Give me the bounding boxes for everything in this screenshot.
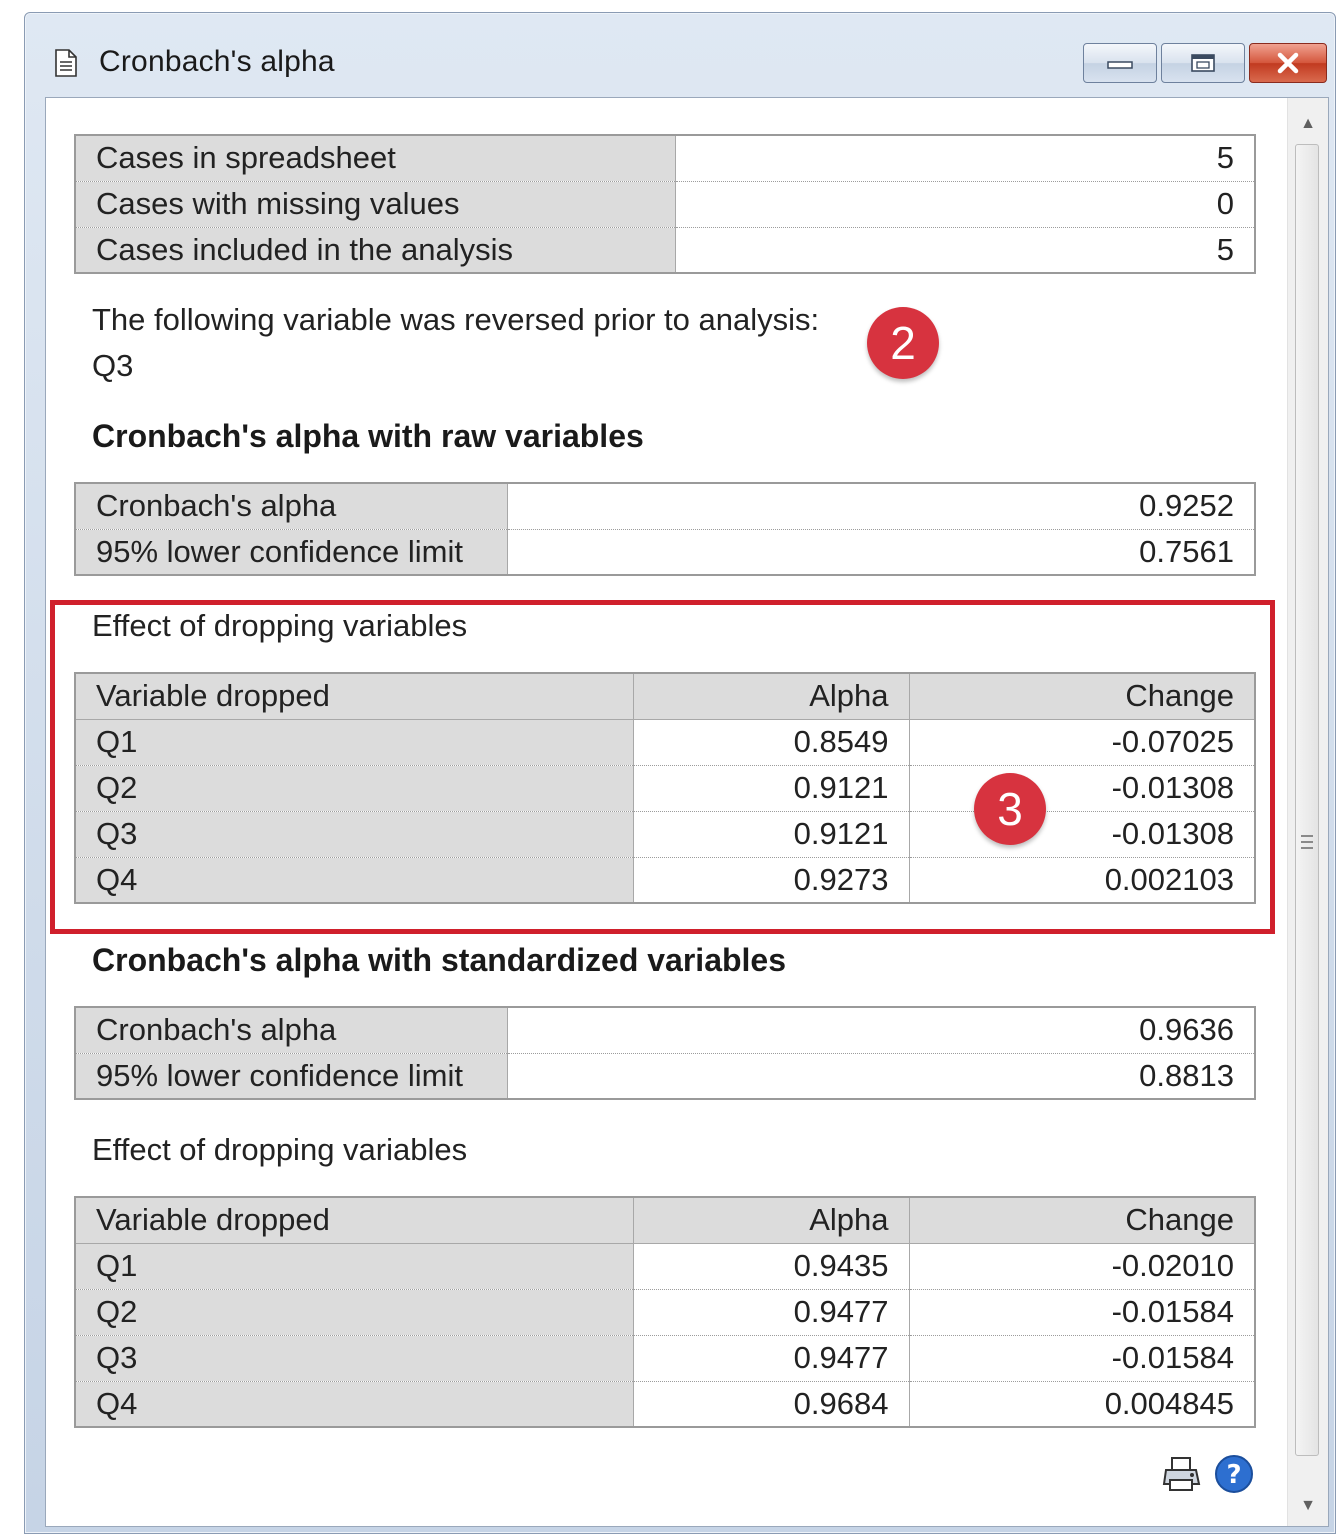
close-button[interactable]	[1249, 43, 1327, 83]
vertical-scrollbar[interactable]: ▲ ▼	[1287, 98, 1328, 1526]
alpha-cell: 0.9121	[633, 765, 910, 812]
table-header-row: Variable dropped Alpha Change	[75, 1197, 1256, 1244]
summary-value: 0	[675, 181, 1256, 228]
stat-label: Cronbach's alpha	[75, 483, 508, 530]
stat-value: 0.7561	[507, 529, 1256, 575]
summary-label: Cases in spreadsheet	[75, 135, 676, 182]
table-row: Cases with missing values 0	[75, 181, 1256, 228]
stat-label: Cronbach's alpha	[75, 1007, 508, 1054]
variable-cell: Q3	[75, 1335, 634, 1382]
alpha-cell: 0.9477	[633, 1335, 910, 1382]
alpha-cell: 0.9477	[633, 1289, 910, 1336]
summary-table: Cases in spreadsheet 5 Cases with missin…	[74, 134, 1256, 274]
alpha-cell: 0.9273	[633, 857, 910, 903]
stat-label: 95% lower confidence limit	[75, 529, 508, 575]
svg-text:?: ?	[1226, 1460, 1241, 1490]
stat-value: 0.9636	[507, 1007, 1256, 1054]
table-header-row: Variable dropped Alpha Change	[75, 673, 1256, 720]
minimize-icon	[1107, 61, 1133, 69]
scroll-down-icon[interactable]: ▼	[1288, 1486, 1328, 1526]
variable-cell: Q1	[75, 1243, 634, 1290]
stat-label: 95% lower confidence limit	[75, 1053, 508, 1099]
change-cell: -0.01308	[909, 811, 1256, 858]
change-cell: -0.01308	[909, 765, 1256, 812]
alpha-cell: 0.9684	[633, 1381, 910, 1427]
table-row: 95% lower confidence limit 0.8813	[75, 1053, 1256, 1099]
table-row: Q4 0.9684 0.004845	[75, 1381, 1256, 1427]
scroll-up-icon[interactable]: ▲	[1288, 104, 1328, 144]
summary-label: Cases included in the analysis	[75, 227, 676, 273]
standardized-section-heading: Cronbach's alpha with standardized varia…	[92, 942, 787, 978]
table-row: Q1 0.9435 -0.02010	[75, 1243, 1256, 1290]
change-cell: -0.02010	[909, 1243, 1256, 1290]
table-row: Q4 0.9273 0.002103	[75, 857, 1256, 903]
raw-drop-title: Effect of dropping variables	[92, 608, 468, 643]
table-row: Q2 0.9477 -0.01584	[75, 1289, 1256, 1336]
table-row: Q2 0.9121 -0.01308	[75, 765, 1256, 812]
standardized-stats-table: Cronbach's alpha 0.9636 95% lower confid…	[74, 1006, 1256, 1100]
stat-value: 0.9252	[507, 483, 1256, 530]
table-row: Cases in spreadsheet 5	[75, 135, 1256, 182]
raw-stats-table: Cronbach's alpha 0.9252 95% lower confid…	[74, 482, 1256, 576]
change-cell: -0.01584	[909, 1289, 1256, 1336]
column-header: Variable dropped	[75, 673, 634, 720]
change-cell: 0.002103	[909, 857, 1256, 903]
variable-cell: Q1	[75, 719, 634, 766]
document-icon	[55, 49, 77, 77]
table-row: 95% lower confidence limit 0.7561	[75, 529, 1256, 575]
window-title: Cronbach's alpha	[99, 45, 335, 78]
change-cell: -0.01584	[909, 1335, 1256, 1382]
alpha-cell: 0.9121	[633, 811, 910, 858]
change-cell: 0.004845	[909, 1381, 1256, 1427]
variable-cell: Q3	[75, 811, 634, 858]
table-row: Cases included in the analysis 5	[75, 227, 1256, 273]
callout-badge-3: 3	[974, 773, 1046, 845]
variable-cell: Q2	[75, 765, 634, 812]
table-row: Q3 0.9121 -0.01308	[75, 811, 1256, 858]
variable-cell: Q2	[75, 1289, 634, 1336]
raw-section-heading: Cronbach's alpha with raw variables	[92, 418, 644, 454]
table-row: Q3 0.9477 -0.01584	[75, 1335, 1256, 1382]
alpha-cell: 0.8549	[633, 719, 910, 766]
callout-badge-2: 2	[867, 307, 939, 379]
table-row: Q1 0.8549 -0.07025	[75, 719, 1256, 766]
grip-icon	[1301, 835, 1313, 849]
close-icon	[1277, 52, 1299, 74]
help-icon[interactable]: ?	[1214, 1454, 1254, 1494]
minimize-button[interactable]	[1083, 43, 1157, 83]
change-cell: -0.07025	[909, 719, 1256, 766]
print-icon[interactable]	[1162, 1454, 1202, 1494]
title-bar[interactable]: Cronbach's alpha	[25, 13, 1335, 97]
variable-cell: Q4	[75, 857, 634, 903]
standardized-drop-title: Effect of dropping variables	[92, 1132, 468, 1167]
column-header: Alpha	[633, 673, 910, 720]
scroll-thumb[interactable]	[1295, 144, 1319, 1456]
column-header: Variable dropped	[75, 1197, 634, 1244]
raw-drop-table: Variable dropped Alpha Change Q1 0.8549 …	[74, 672, 1256, 904]
standardized-drop-table: Variable dropped Alpha Change Q1 0.9435 …	[74, 1196, 1256, 1428]
variable-cell: Q4	[75, 1381, 634, 1427]
column-header: Change	[909, 673, 1256, 720]
summary-value: 5	[675, 227, 1256, 273]
alpha-cell: 0.9435	[633, 1243, 910, 1290]
column-header: Change	[909, 1197, 1256, 1244]
maximize-button[interactable]	[1161, 43, 1245, 83]
column-header: Alpha	[633, 1197, 910, 1244]
maximize-icon	[1191, 54, 1215, 72]
table-row: Cronbach's alpha 0.9636	[75, 1007, 1256, 1054]
reversed-note: The following variable was reversed prio…	[92, 302, 820, 337]
reversed-variable: Q3	[92, 348, 134, 383]
summary-label: Cases with missing values	[75, 181, 676, 228]
summary-value: 5	[675, 135, 1256, 182]
stat-value: 0.8813	[507, 1053, 1256, 1099]
table-row: Cronbach's alpha 0.9252	[75, 483, 1256, 530]
